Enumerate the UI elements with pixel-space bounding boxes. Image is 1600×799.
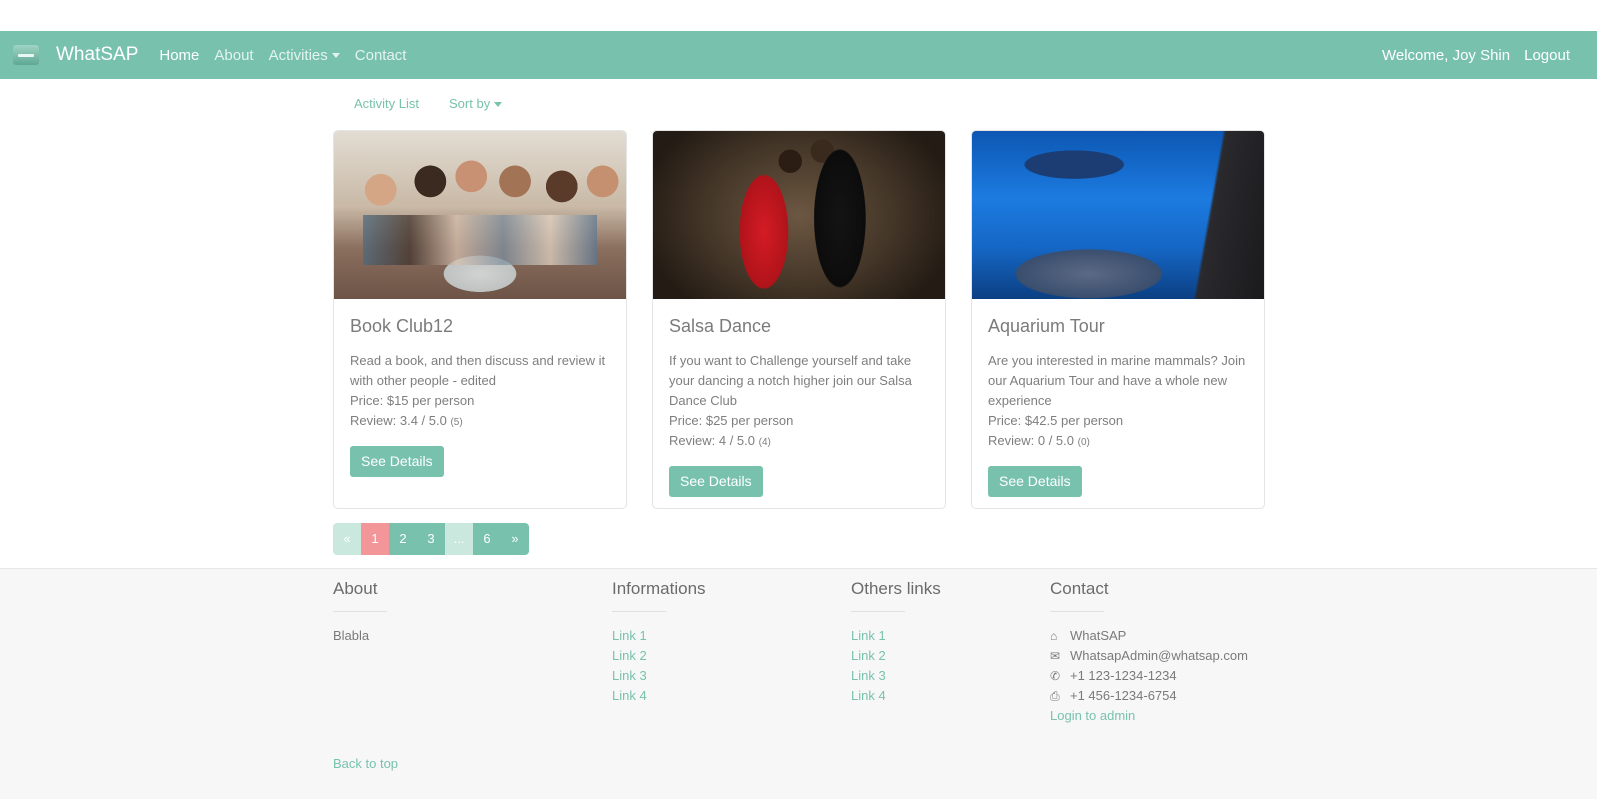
contact-name-row: ⌂ WhatSAP [1050, 626, 1248, 646]
nav-activities-dropdown[interactable]: Activities [269, 47, 340, 64]
activity-card: Salsa Dance If you want to Challenge you… [652, 130, 946, 509]
footer: About Blabla Informations Link 1 Link 2 … [0, 568, 1597, 799]
contact-email-row: ✉ WhatsapAdmin@whatsap.com [1050, 646, 1248, 666]
review-score: Review: 4 / 5.0 [669, 433, 755, 448]
nav-user-area: Welcome, Joy Shin Logout [1382, 47, 1570, 64]
footer-contact: Contact ⌂ WhatSAP ✉ WhatsapAdmin@whatsap… [1050, 579, 1248, 726]
logout-link[interactable]: Logout [1524, 47, 1570, 64]
contact-phone-row: ✆ +1 123-1234-1234 [1050, 666, 1248, 686]
review-count: (4) [758, 437, 771, 448]
contact-fax: +1 456-1234-6754 [1070, 688, 1177, 703]
activity-title: Aquarium Tour [988, 316, 1105, 336]
nav-links: Home About Activities Contact [159, 47, 406, 64]
page-3[interactable]: 3 [417, 523, 445, 555]
activity-price: Price: $25 per person [669, 413, 794, 428]
footer-other-link-4[interactable]: Link 4 [851, 686, 941, 706]
footer-about-text: Blabla [333, 628, 370, 643]
activity-image [972, 131, 1264, 299]
page-1[interactable]: 1 [361, 523, 389, 555]
footer-informations: Informations Link 1 Link 2 Link 3 Link 4 [612, 579, 706, 706]
back-to-top-link[interactable]: Back to top [333, 756, 398, 771]
page-2[interactable]: 2 [389, 523, 417, 555]
nav-contact[interactable]: Contact [355, 47, 407, 64]
footer-info-link-3[interactable]: Link 3 [612, 666, 706, 686]
home-icon: ⌂ [1050, 629, 1058, 643]
pagination: « 1 2 3 ... 6 » [333, 523, 529, 555]
caret-down-icon [331, 53, 340, 59]
divider [1050, 611, 1104, 612]
activity-review: Review: 4 / 5.0 (4) [669, 431, 929, 453]
print-icon: ⎙ [1050, 689, 1060, 703]
footer-contact-title: Contact [1050, 579, 1109, 598]
nav-about[interactable]: About [214, 47, 253, 64]
activity-title: Salsa Dance [669, 316, 772, 336]
footer-informations-title: Informations [612, 579, 706, 598]
brand-name[interactable]: WhatSAP [56, 44, 138, 66]
review-count: (0) [1077, 437, 1090, 448]
page-next[interactable]: » [501, 523, 529, 555]
login-to-admin-link[interactable]: Login to admin [1050, 706, 1248, 726]
phone-icon: ✆ [1050, 669, 1061, 683]
activity-description: Are you interested in marine mammals? Jo… [988, 353, 1246, 408]
divider [612, 611, 666, 612]
activity-list-link[interactable]: Activity List [354, 96, 419, 111]
navbar: WhatSAP Home About Activities Contact We… [0, 31, 1597, 79]
page-6[interactable]: 6 [473, 523, 501, 555]
welcome-user-link[interactable]: Welcome, Joy Shin [1382, 47, 1510, 64]
footer-info-link-1[interactable]: Link 1 [612, 626, 706, 646]
activity-card: Aquarium Tour Are you interested in mari… [971, 130, 1265, 509]
contact-email: WhatsapAdmin@whatsap.com [1070, 648, 1248, 663]
page-previous: « [333, 523, 361, 555]
footer-other-link-3[interactable]: Link 3 [851, 666, 941, 686]
divider [333, 611, 387, 612]
sort-by-dropdown[interactable]: Sort by [449, 96, 503, 111]
footer-about-title: About [333, 579, 378, 598]
footer-info-link-4[interactable]: Link 4 [612, 686, 706, 706]
page-ellipsis: ... [445, 523, 473, 555]
activity-review: Review: 3.4 / 5.0 (5) [350, 411, 610, 433]
review-score: Review: 3.4 / 5.0 [350, 413, 447, 428]
brand-logo-icon[interactable] [13, 45, 39, 65]
sort-by-label: Sort by [449, 96, 491, 111]
activity-subnav: Activity List Sort by [354, 96, 503, 111]
nav-home[interactable]: Home [159, 47, 199, 64]
activity-description: Read a book, and then discuss and review… [350, 353, 606, 388]
activity-card: Book Club12 Read a book, and then discus… [333, 130, 627, 509]
activity-description: If you want to Challenge yourself and ta… [669, 353, 912, 408]
footer-about: About Blabla [333, 579, 387, 646]
envelope-icon: ✉ [1050, 649, 1061, 663]
contact-fax-row: ⎙ +1 456-1234-6754 [1050, 686, 1248, 706]
footer-other-link-1[interactable]: Link 1 [851, 626, 941, 646]
activity-image [653, 131, 945, 299]
see-details-button[interactable]: See Details [669, 466, 763, 497]
activity-review: Review: 0 / 5.0 (0) [988, 431, 1248, 453]
contact-phone: +1 123-1234-1234 [1070, 668, 1177, 683]
review-score: Review: 0 / 5.0 [988, 433, 1074, 448]
review-count: (5) [450, 417, 463, 428]
activity-price: Price: $42.5 per person [988, 413, 1124, 428]
footer-others: Others links Link 1 Link 2 Link 3 Link 4 [851, 579, 941, 706]
footer-others-title: Others links [851, 579, 941, 598]
nav-activities-label: Activities [268, 46, 328, 64]
footer-other-link-2[interactable]: Link 2 [851, 646, 941, 666]
activity-price: Price: $15 per person [350, 393, 475, 408]
divider [851, 611, 905, 612]
contact-name: WhatSAP [1070, 628, 1127, 643]
activity-title: Book Club12 [350, 316, 454, 336]
see-details-button[interactable]: See Details [350, 446, 444, 477]
footer-info-link-2[interactable]: Link 2 [612, 646, 706, 666]
caret-down-icon [494, 102, 503, 108]
see-details-button[interactable]: See Details [988, 466, 1082, 497]
activity-image [334, 131, 626, 299]
